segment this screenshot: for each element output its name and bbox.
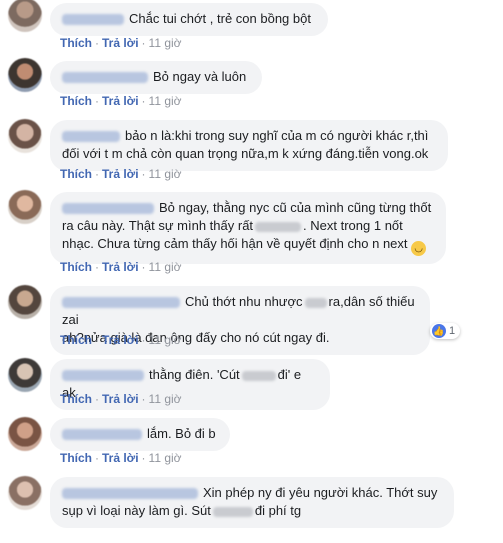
comment-text: bảo n là:khi trong suy nghĩ của m có ngư… (125, 128, 429, 143)
reply-link[interactable]: Trả lời (102, 451, 139, 465)
avatar[interactable] (8, 190, 42, 224)
commenter-name[interactable] (62, 203, 154, 215)
reaction-count-value: 1 (449, 325, 456, 337)
comment-actions: Thích · Trả lời · 11 giờ (60, 94, 182, 108)
comment-text: ra câu này. Thật sự mình thấy rất (62, 218, 254, 233)
comment-actions: Thích · Trả lời · 11 giờ (60, 392, 182, 406)
comment-actions: Thích · Trả lời · 11 giờ (60, 260, 182, 274)
comment-bubble: Xin phép ny đi yêu người khác. Thớt suy … (50, 477, 454, 528)
avatar[interactable] (8, 119, 42, 153)
comment-bubble: bảo n là:khi trong suy nghĩ của m có ngư… (50, 120, 448, 171)
comment-actions: Thích · Trả lời · 11 giờ (60, 36, 182, 50)
commenter-name[interactable] (62, 14, 124, 26)
timestamp[interactable]: 11 giờ (149, 167, 182, 181)
comment-bubble: Bỏ ngay, thằng nyc cũ của mình cũng từng… (50, 192, 446, 264)
like-link[interactable]: Thích (60, 36, 92, 50)
avatar[interactable] (8, 417, 42, 451)
commenter-name[interactable] (62, 429, 142, 441)
like-link[interactable]: Thích (60, 167, 92, 181)
comment-actions: Thích · Trả lời · 11 giờ (60, 167, 182, 181)
comment-actions: Thích · Trả lời · 11 giờ (60, 333, 182, 347)
timestamp[interactable]: 11 giờ (149, 451, 182, 465)
comment-text: Chủ thớt nhu nhược (185, 294, 303, 309)
avatar[interactable] (8, 358, 42, 392)
timestamp[interactable]: 11 giờ (149, 260, 182, 274)
like-link[interactable]: Thích (60, 392, 92, 406)
commenter-name[interactable] (62, 131, 120, 143)
comment-text: sụp vì loại này làm gì. Sút (62, 503, 211, 518)
comment-actions: Thích · Trả lời · 11 giờ (60, 451, 182, 465)
slightly-smiling-face-icon: ◡ (411, 241, 427, 256)
reply-link[interactable]: Trả lời (102, 260, 139, 274)
avatar[interactable] (8, 58, 42, 92)
blurred-word (255, 221, 302, 232)
like-link[interactable]: Thích (60, 260, 92, 274)
comment-text: Xin phép ny đi yêu người khác. Thớt suy (203, 485, 438, 500)
avatar[interactable] (8, 285, 42, 319)
reply-link[interactable]: Trả lời (102, 392, 139, 406)
blurred-word (304, 297, 327, 308)
comment-bubble: lắm. Bỏ đi b (50, 418, 230, 451)
comment-text: nhạc. Chưa từng cảm thấy hối hận về quyế… (62, 236, 408, 251)
reaction-count[interactable]: 👍 1 (430, 323, 461, 339)
timestamp[interactable]: 11 giờ (149, 36, 182, 50)
like-link[interactable]: Thích (60, 451, 92, 465)
comment-text: . Next trong 1 nốt (303, 218, 403, 233)
comment-text: Bỏ ngay, thằng nyc cũ của mình cũng từng… (159, 200, 432, 215)
comment-text: đối với t m chả còn quan trọng nữa,m k x… (62, 146, 429, 161)
reply-link[interactable]: Trả lời (102, 333, 139, 347)
avatar[interactable] (8, 0, 42, 32)
comment-bubble: Chắc tui chớt , trẻ con bồng bột (50, 3, 328, 36)
timestamp[interactable]: 11 giờ (149, 94, 182, 108)
commenter-name[interactable] (62, 488, 198, 500)
comment-text: thằng điên. 'Cút (149, 367, 240, 382)
like-link[interactable]: Thích (60, 94, 92, 108)
comment-bubble: Bỏ ngay và luôn (50, 61, 262, 94)
timestamp[interactable]: 11 giờ (149, 392, 182, 406)
like-reaction-icon: 👍 (432, 324, 446, 338)
reply-link[interactable]: Trả lời (102, 167, 139, 181)
reply-link[interactable]: Trả lời (102, 94, 139, 108)
comment-text: đi phí tg (254, 503, 302, 518)
blurred-word (241, 370, 276, 381)
commenter-name[interactable] (62, 297, 180, 309)
like-link[interactable]: Thích (60, 333, 92, 347)
commenter-name[interactable] (62, 72, 148, 84)
blurred-word (212, 506, 253, 517)
comment-text: Chắc tui chớt , trẻ con bồng bột (129, 11, 311, 26)
avatar[interactable] (8, 476, 42, 510)
reply-link[interactable]: Trả lời (102, 36, 139, 50)
comment-text: Bỏ ngay và luôn (153, 69, 247, 84)
comment-text: lắm. Bỏ đi b (147, 426, 216, 441)
timestamp[interactable]: 11 giờ (149, 333, 182, 347)
commenter-name[interactable] (62, 370, 144, 382)
